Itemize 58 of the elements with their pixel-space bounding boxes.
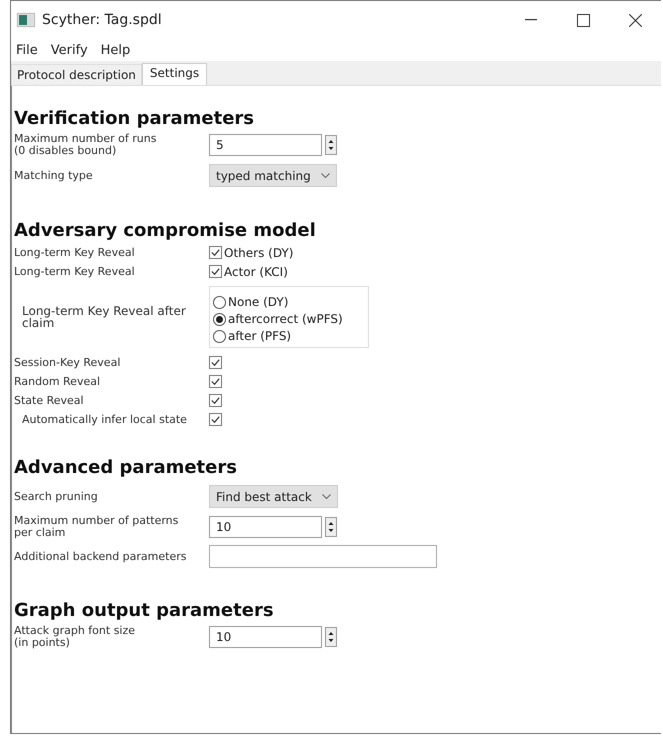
setting-label: Long-term Key Reveal bbox=[14, 266, 135, 278]
setting-label: Random Reveal bbox=[14, 376, 100, 388]
radio-button[interactable] bbox=[213, 312, 226, 326]
menu-item[interactable]: Help bbox=[100, 42, 130, 58]
checkbox[interactable] bbox=[209, 375, 222, 388]
setting-label: Additional backend parameters bbox=[14, 550, 186, 562]
number-field[interactable]: 5 bbox=[209, 134, 322, 156]
radio-button[interactable] bbox=[213, 330, 226, 342]
setting-label: Long-term Key Reveal bbox=[14, 246, 135, 258]
checkmark-icon bbox=[210, 266, 221, 277]
checkbox[interactable] bbox=[209, 356, 222, 369]
checkmark-icon bbox=[210, 357, 221, 368]
checkbox[interactable] bbox=[209, 265, 222, 278]
setting-label: Search pruning bbox=[14, 490, 98, 502]
minimize-icon[interactable] bbox=[525, 19, 537, 21]
radio-button[interactable] bbox=[213, 296, 226, 308]
text-field[interactable] bbox=[209, 545, 437, 568]
spin-buttons-icon[interactable] bbox=[325, 135, 337, 155]
setting-label: Maximum number of runs (0 disables bound) bbox=[14, 133, 156, 157]
dropdown[interactable]: Find best attack bbox=[209, 485, 338, 508]
tab[interactable]: Settings bbox=[142, 63, 208, 85]
checkbox[interactable] bbox=[209, 394, 222, 407]
chevron-icon bbox=[320, 173, 330, 178]
number-field[interactable]: 10 bbox=[209, 626, 322, 648]
checkmark-icon bbox=[210, 395, 221, 406]
menu-item[interactable]: File bbox=[16, 42, 38, 58]
checkmark-icon bbox=[210, 414, 221, 425]
checkmark-icon bbox=[210, 247, 221, 258]
window-title: Scyther: Tag.spdl bbox=[42, 12, 163, 28]
dropdown[interactable]: typed matching bbox=[209, 164, 337, 187]
setting-label: Matching type bbox=[14, 170, 93, 182]
maximize-icon[interactable] bbox=[576, 14, 590, 26]
radio-label: aftercorrect (wPFS) bbox=[228, 312, 343, 326]
checkbox[interactable] bbox=[209, 413, 222, 426]
setting-label: Automatically infer local state bbox=[21, 414, 187, 426]
section-heading: Advanced parameters bbox=[14, 457, 237, 478]
menu-item[interactable]: Verify bbox=[50, 42, 88, 58]
setting-label: State Reveal bbox=[14, 394, 84, 406]
setting-label: Maximum number of patterns per claim bbox=[14, 515, 178, 539]
chevron-icon bbox=[322, 494, 331, 499]
checkbox[interactable] bbox=[209, 246, 222, 259]
radio-label: None (DY) bbox=[228, 295, 288, 309]
setting-label: Session-Key Reveal bbox=[14, 356, 120, 368]
app-icon bbox=[17, 13, 35, 27]
setting-label: Attack graph font size (in points) bbox=[14, 625, 136, 649]
checkbox-label: Others (DY) bbox=[224, 246, 294, 260]
spin-buttons-icon[interactable] bbox=[325, 627, 337, 647]
tab[interactable]: Protocol description bbox=[11, 64, 142, 85]
setting-label: Long-term Key Reveal after claim bbox=[21, 305, 187, 329]
radio-label: after (PFS) bbox=[228, 329, 292, 343]
number-field[interactable]: 10 bbox=[209, 516, 322, 538]
checkmark-icon bbox=[210, 376, 221, 387]
spin-buttons-icon[interactable] bbox=[325, 517, 337, 537]
section-heading: Verification parameters bbox=[14, 108, 254, 129]
section-heading: Graph output parameters bbox=[14, 600, 274, 621]
section-heading: Adversary compromise model bbox=[14, 220, 316, 241]
checkbox-label: Actor (KCI) bbox=[224, 264, 288, 278]
close-icon[interactable] bbox=[628, 14, 642, 26]
